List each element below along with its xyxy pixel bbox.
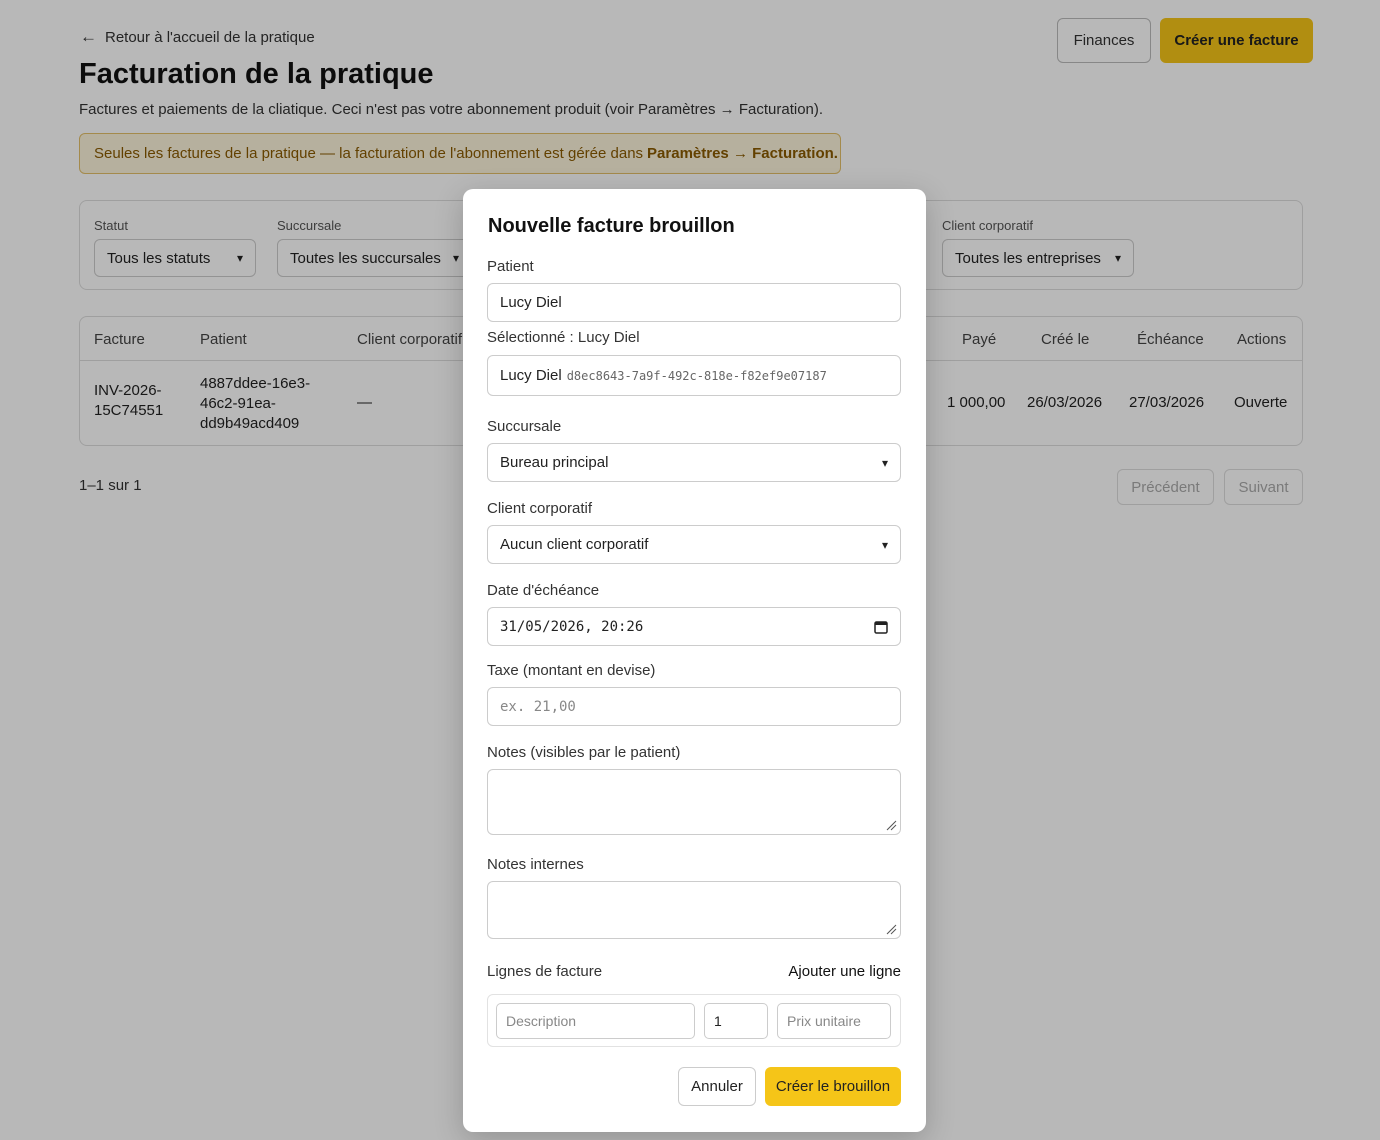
due-date-label: Date d'échéance — [487, 582, 600, 599]
chevron-down-icon: ▾ — [881, 455, 888, 470]
resize-handle-icon[interactable] — [885, 819, 897, 831]
line-quantity-value: 1 — [714, 1013, 722, 1029]
internal-notes-label: Notes internes — [487, 856, 584, 873]
corporate-client-label: Client corporatif — [487, 500, 593, 517]
patient-input-value: Lucy Diel — [500, 294, 562, 311]
tax-input-placeholder: ex. 21,00 — [500, 698, 576, 715]
selected-patient-name: Lucy Diel — [500, 367, 562, 384]
new-draft-invoice-dialog: Nouvelle facture brouillon Patient Lucy … — [463, 189, 926, 1132]
corporate-client-dropdown[interactable]: Aucun client corporatif ▾ — [487, 525, 901, 564]
tax-input[interactable]: ex. 21,00 — [487, 687, 901, 726]
branch-label: Succursale — [487, 418, 562, 435]
patient-search-input[interactable]: Lucy Diel — [487, 283, 901, 322]
line-description-placeholder: Description — [506, 1013, 577, 1029]
add-line-button[interactable]: Ajouter une ligne — [788, 963, 901, 980]
selected-patient-id: d8ec8643-7a9f-492c-818e-f82ef9e07187 — [566, 368, 827, 383]
due-date-input[interactable]: 31/05/2026, 20:26 — [487, 607, 901, 646]
dialog-title: Nouvelle facture brouillon — [488, 215, 735, 237]
calendar-icon[interactable] — [874, 620, 888, 634]
corporate-client-value: Aucun client corporatif — [500, 536, 649, 553]
internal-notes-textarea[interactable] — [487, 881, 901, 939]
chevron-down-icon: ▾ — [881, 537, 888, 552]
line-description-input[interactable]: Description — [496, 1003, 695, 1039]
selected-patient-option[interactable]: Lucy Diel d8ec8643-7a9f-492c-818e-f82ef9… — [487, 355, 901, 396]
tax-label: Taxe (montant en devise) — [487, 662, 656, 679]
line-unit-price-placeholder: Prix unitaire — [787, 1013, 861, 1029]
line-quantity-input[interactable]: 1 — [704, 1003, 768, 1039]
patient-notes-textarea[interactable] — [487, 769, 901, 835]
resize-handle-icon[interactable] — [885, 923, 897, 935]
invoice-line-row: Description 1 Prix unitaire — [487, 994, 901, 1047]
branch-dropdown[interactable]: Bureau principal ▾ — [487, 443, 901, 482]
patient-label: Patient — [487, 258, 534, 275]
patient-notes-label: Notes (visibles par le patient) — [487, 744, 681, 761]
due-date-value: 31/05/2026, 20:26 — [500, 618, 644, 635]
cancel-button[interactable]: Annuler — [678, 1067, 756, 1106]
invoice-lines-label: Lignes de facture — [487, 963, 603, 980]
selected-patient-label: Sélectionné : Lucy Diel — [487, 329, 640, 346]
create-draft-button[interactable]: Créer le brouillon — [765, 1067, 901, 1106]
line-unit-price-input[interactable]: Prix unitaire — [777, 1003, 891, 1039]
branch-dropdown-value: Bureau principal — [500, 454, 609, 471]
